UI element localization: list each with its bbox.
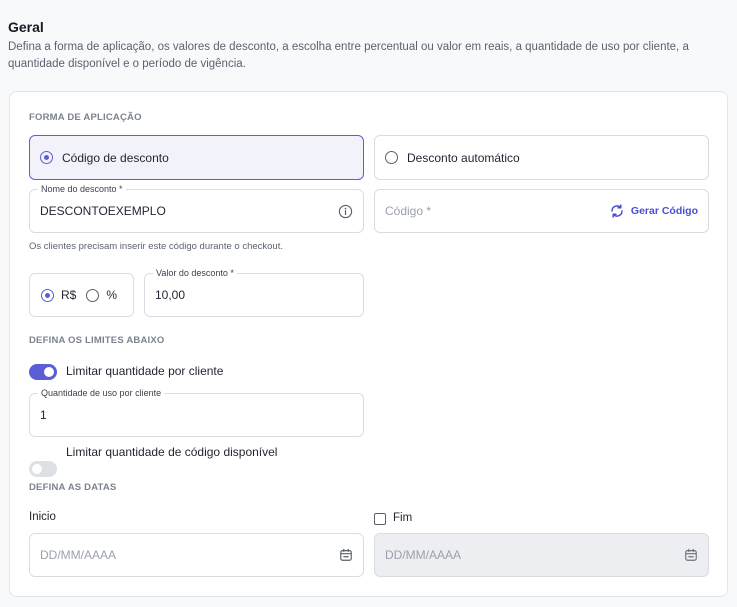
limits-section-label: DEFINA OS LIMITES ABAIXO bbox=[29, 335, 165, 346]
radio-automatic-discount[interactable] bbox=[385, 151, 398, 164]
calendar-icon[interactable] bbox=[339, 548, 353, 562]
percent-label: % bbox=[106, 288, 118, 302]
general-settings-card: FORMA DE APLICAÇÃO Código de desconto De… bbox=[9, 91, 728, 597]
generate-code-button[interactable]: Gerar Código bbox=[609, 203, 698, 219]
end-date-label: Fim bbox=[393, 512, 413, 524]
generate-code-label: Gerar Código bbox=[630, 205, 698, 217]
discount-name-value: DESCONTOEXEMPLO bbox=[40, 204, 166, 218]
end-date-field[interactable]: DD/MM/AAAA bbox=[374, 533, 709, 577]
radio-currency[interactable] bbox=[41, 288, 54, 302]
application-section-label: FORMA DE APLICAÇÃO bbox=[29, 112, 142, 123]
radio-percent[interactable] bbox=[86, 288, 100, 302]
refresh-icon bbox=[609, 203, 625, 219]
discount-value-field[interactable]: Valor do desconto * 10,00 bbox=[144, 268, 364, 317]
end-date-checkbox[interactable] bbox=[374, 513, 386, 525]
discount-name-label: Nome do desconto * bbox=[38, 184, 126, 195]
usage-per-customer-label: Quantidade de uso por cliente bbox=[38, 388, 165, 399]
calendar-icon[interactable] bbox=[684, 548, 698, 562]
limit-available-toggle[interactable] bbox=[29, 461, 57, 477]
page-title: Geral bbox=[8, 19, 44, 35]
start-date-placeholder: DD/MM/AAAA bbox=[40, 548, 117, 562]
option-discount-code[interactable]: Código de desconto bbox=[29, 135, 364, 180]
page-description: Defina a forma de aplicação, os valores … bbox=[8, 41, 689, 70]
limit-per-customer-label: Limitar quantidade por cliente bbox=[66, 364, 224, 378]
start-date-field[interactable]: DD/MM/AAAA bbox=[29, 533, 364, 577]
option-discount-code-label: Código de desconto bbox=[62, 150, 169, 165]
usage-per-customer-value: 1 bbox=[40, 408, 47, 422]
dates-section-label: DEFINA AS DATAS bbox=[29, 482, 117, 493]
discount-name-field[interactable]: Nome do desconto * DESCONTOEXEMPLO bbox=[29, 184, 364, 233]
currency-label: R$ bbox=[61, 288, 77, 302]
info-icon[interactable] bbox=[338, 204, 353, 219]
code-field[interactable]: Código * Gerar Código bbox=[374, 189, 709, 233]
radio-discount-code[interactable] bbox=[40, 151, 53, 164]
end-date-placeholder: DD/MM/AAAA bbox=[385, 548, 462, 562]
option-automatic-discount[interactable]: Desconto automático bbox=[374, 135, 709, 180]
limit-available-label: Limitar quantidade de código disponível bbox=[66, 445, 278, 459]
usage-per-customer-field[interactable]: Quantidade de uso por cliente 1 bbox=[29, 388, 364, 437]
start-date-label: Inicio bbox=[29, 511, 56, 523]
discount-value-input: 10,00 bbox=[155, 288, 186, 302]
discount-name-hint: Os clientes precisam inserir este código… bbox=[29, 241, 283, 252]
option-automatic-discount-label: Desconto automático bbox=[407, 150, 520, 165]
code-placeholder: Código * bbox=[385, 204, 432, 218]
limit-per-customer-toggle[interactable] bbox=[29, 364, 57, 380]
discount-type-selector: R$ % bbox=[29, 273, 134, 317]
discount-value-label: Valor do desconto * bbox=[153, 268, 237, 279]
